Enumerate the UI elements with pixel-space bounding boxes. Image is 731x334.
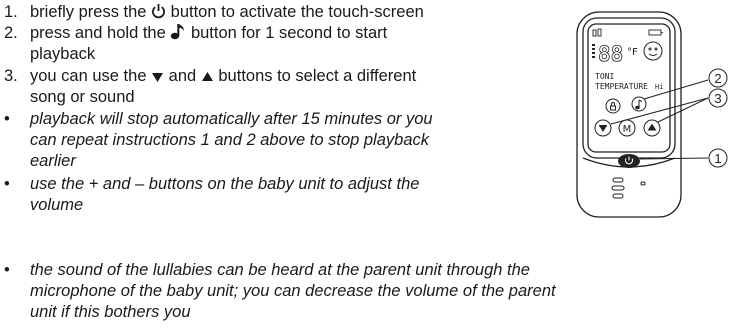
parent-unit-illustration: 88 °F TONI TEMPERATURE Hi M 1 2 3 [576, 11, 728, 218]
device-body [576, 11, 682, 218]
step-number: 1. [4, 3, 18, 21]
speaker-grille [611, 177, 646, 199]
step-text: buttons to select a different [213, 67, 417, 85]
bullet-line: microphone of the baby unit; you can dec… [30, 282, 556, 300]
lcd-line-1: TONI [595, 72, 614, 81]
step-number: 2. [4, 24, 18, 42]
music-note-button [631, 96, 647, 112]
bullet-item-1: • playback will stop automatically after… [0, 109, 433, 172]
power-icon [152, 4, 166, 19]
step-1: 1. briefly press the button to activate … [0, 2, 424, 23]
bullet-marker: • [4, 110, 10, 128]
bullet-line: playback will stop automatically after 1… [30, 110, 433, 128]
down-triangle-icon [152, 73, 164, 82]
up-button [643, 119, 661, 137]
step-3: 3. you can use the and buttons to select… [0, 66, 416, 108]
step-text: button for 1 second to start [186, 24, 388, 42]
bullet-line: the sound of the lullabies can be heard … [30, 261, 530, 279]
up-triangle-icon [201, 72, 213, 81]
lcd-small-label: Hi [655, 83, 663, 91]
callout-2: 2 [714, 71, 721, 86]
power-button [618, 154, 640, 168]
lcd-unit: °F [627, 47, 638, 58]
m-button-label: M [623, 124, 632, 135]
step-text: briefly press the [30, 3, 152, 21]
music-note-icon [171, 24, 185, 40]
bullet-line: earlier [30, 152, 76, 170]
step-text: you can use the [30, 67, 152, 85]
lcd-signal-bars [592, 44, 595, 58]
step-number: 3. [4, 67, 18, 85]
lcd-status-bar [592, 28, 663, 37]
step-text-continued: song or sound [30, 88, 135, 106]
step-text: press and hold the [30, 24, 171, 42]
callout-1: 1 [714, 151, 721, 166]
bullet-item-3: • the sound of the lullabies can be hear… [0, 260, 731, 323]
bullet-line: unit if this bothers you [30, 303, 191, 321]
down-button [594, 119, 612, 137]
bullet-item-2: • use the + and – buttons on the baby un… [0, 174, 419, 216]
callout-lines [610, 79, 709, 160]
bullet-line: volume [30, 196, 84, 214]
step-text-continued: playback [30, 45, 96, 63]
lcd-face-icon [643, 41, 663, 61]
step-2: 2. press and hold the button for 1 secon… [0, 23, 387, 65]
bullet-marker: • [4, 175, 10, 193]
bullet-marker: • [4, 261, 10, 279]
lcd-line-2: TEMPERATURE [595, 82, 648, 91]
lock-button [605, 98, 621, 114]
bullet-line: use the + and – buttons on the baby unit… [30, 175, 420, 193]
bullet-line: can repeat instructions 1 and 2 above to… [30, 131, 430, 149]
callout-3: 3 [714, 91, 721, 106]
lcd-digits: 88 [598, 42, 623, 66]
step-text: and [164, 67, 201, 85]
step-text: button to activate the touch-screen [166, 3, 424, 21]
